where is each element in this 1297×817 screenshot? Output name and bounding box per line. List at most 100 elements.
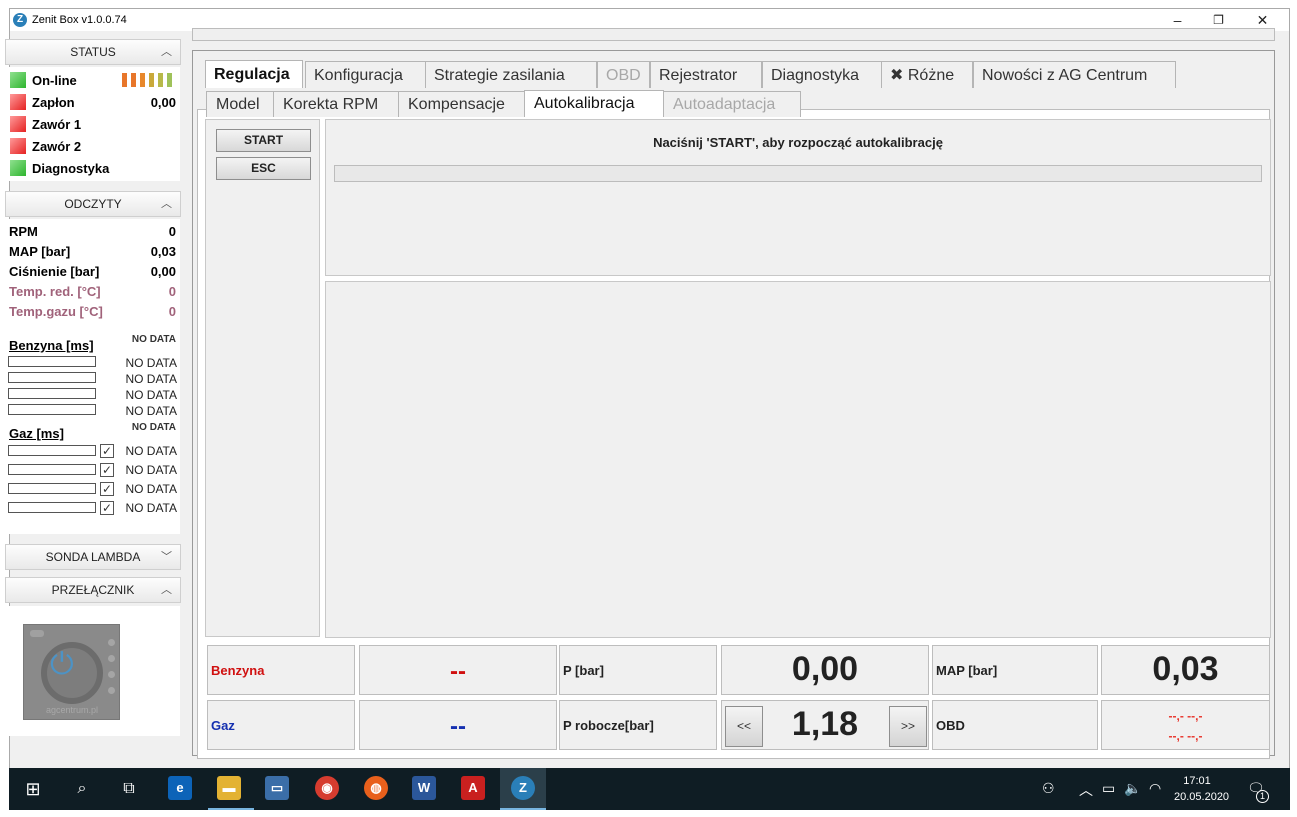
switch-section-header[interactable]: PRZEŁĄCZNIK ︿ bbox=[5, 577, 181, 603]
status-row-zawor2: Zawór 2 bbox=[6, 135, 180, 155]
tab-rozne-label: Różne bbox=[907, 67, 955, 84]
start-button[interactable]: START bbox=[216, 129, 311, 152]
switch-led bbox=[108, 687, 115, 694]
status-row-online: On-line bbox=[6, 69, 180, 89]
p-value-cell: 0,00 bbox=[721, 645, 929, 695]
chevron-down-icon: ﹀ bbox=[161, 551, 172, 563]
map-value-cell: 0,03 bbox=[1101, 645, 1270, 695]
zenit-box-icon[interactable]: Z bbox=[511, 776, 535, 800]
injector-checkbox[interactable]: ✓ bbox=[100, 501, 114, 515]
status-label: Zawór 1 bbox=[32, 117, 82, 132]
edge-browser-icon[interactable]: e bbox=[168, 776, 192, 800]
chevron-up-icon: ︿ bbox=[161, 198, 172, 210]
reading-value: 0 bbox=[168, 304, 176, 319]
gaz-label-cell: Gaz bbox=[207, 700, 355, 750]
acrobat-icon[interactable]: A bbox=[461, 776, 485, 800]
file-explorer-icon[interactable]: ▬ bbox=[217, 776, 241, 800]
show-hidden-icons-icon[interactable]: ︿ bbox=[1079, 780, 1093, 800]
tab-konfiguracja[interactable]: Konfiguracja bbox=[305, 61, 426, 88]
nodata-label: NO DATA bbox=[125, 388, 177, 402]
benzyna-label: Benzyna bbox=[211, 663, 265, 678]
reading-pressure: Ciśnienie [bar] 0,00 bbox=[6, 261, 180, 281]
people-icon[interactable]: ⚇ bbox=[1042, 780, 1055, 797]
task-view-icon[interactable]: ⧉ bbox=[114, 774, 144, 804]
wifi-icon[interactable]: ◠ bbox=[1149, 780, 1161, 797]
led-indicator bbox=[10, 116, 26, 132]
tab-rejestrator[interactable]: Rejestrator bbox=[650, 61, 762, 88]
tab-obd[interactable]: OBD bbox=[597, 61, 650, 88]
nodata-label: NO DATA bbox=[125, 482, 177, 496]
increase-pressure-button[interactable]: >> bbox=[889, 706, 927, 747]
volume-icon[interactable]: 🔈 bbox=[1124, 780, 1141, 797]
gaz-value-cell: -- bbox=[359, 700, 557, 750]
status-row-zawor1: Zawór 1 bbox=[6, 113, 180, 133]
subtab-model[interactable]: Model bbox=[206, 91, 274, 117]
injector-bar bbox=[8, 483, 96, 494]
led-indicator bbox=[10, 94, 26, 110]
gaz-group-label: Gaz [ms] bbox=[9, 426, 64, 441]
lambda-section-header[interactable]: SONDA LAMBDA ﹀ bbox=[5, 544, 181, 570]
p-label: P [bar] bbox=[563, 663, 604, 678]
obd-value-line2: --,- --,- bbox=[1168, 729, 1203, 743]
firefox-icon[interactable]: ◍ bbox=[364, 776, 388, 800]
subtab-korekta-rpm[interactable]: Korekta RPM bbox=[273, 91, 399, 117]
subtab-autokalibracja[interactable]: Autokalibracja bbox=[524, 90, 664, 117]
esc-button[interactable]: ESC bbox=[216, 157, 311, 180]
nodata-label: NO DATA bbox=[125, 356, 177, 370]
injector-bar bbox=[8, 372, 96, 383]
nodata-label: NO DATA bbox=[125, 501, 177, 515]
status-label: Zawór 2 bbox=[32, 139, 82, 154]
status-label: Zapłon bbox=[32, 95, 75, 110]
injector-checkbox[interactable]: ✓ bbox=[100, 482, 114, 496]
reading-label: Temp.gazu [°C] bbox=[9, 304, 103, 319]
led-indicator bbox=[10, 160, 26, 176]
injector-bar bbox=[8, 502, 96, 513]
p-value: 0,00 bbox=[791, 650, 859, 688]
tools-icon: ✖ bbox=[890, 67, 904, 84]
subtab-kompensacje[interactable]: Kompensacje bbox=[398, 91, 525, 117]
signal-bar bbox=[140, 73, 145, 87]
reading-value: 0 bbox=[168, 284, 176, 299]
chrome-icon[interactable]: ◉ bbox=[315, 776, 339, 800]
status-value: 0,00 bbox=[150, 95, 176, 110]
autocal-results-panel bbox=[325, 281, 1271, 638]
injector-bar bbox=[8, 445, 96, 456]
clock-time: 17:01 bbox=[1183, 775, 1211, 787]
p-label-cell: P [bar] bbox=[559, 645, 717, 695]
obd-label: OBD bbox=[936, 718, 965, 733]
reading-reducer-temp: Temp. red. [°C] 0 bbox=[6, 281, 180, 301]
autocal-message: Naciśnij 'START', aby rozpocząć autokali… bbox=[653, 135, 943, 150]
tab-diagnostyka[interactable]: Diagnostyka bbox=[762, 61, 882, 88]
gas-switch-image[interactable]: ⏻ agcentrum.pl bbox=[23, 624, 120, 720]
subtab-autoadaptacja[interactable]: Autoadaptacja bbox=[663, 91, 801, 117]
reading-map: MAP [bar] 0,03 bbox=[6, 241, 180, 261]
status-row-diagnostyka: Diagnostyka bbox=[6, 157, 180, 177]
map-label: MAP [bar] bbox=[936, 663, 998, 678]
signal-bar bbox=[122, 73, 127, 87]
status-section-header[interactable]: STATUS ︿ bbox=[5, 39, 181, 65]
battery-icon[interactable]: ▭ bbox=[1102, 780, 1115, 797]
windows-start-icon[interactable]: ⊞ bbox=[18, 774, 48, 804]
reading-value: 0,00 bbox=[150, 264, 176, 279]
reading-label: RPM bbox=[9, 224, 38, 239]
tab-nowosci[interactable]: Nowości z AG Centrum bbox=[973, 61, 1176, 88]
nodata-label: NO DATA bbox=[125, 372, 177, 386]
search-icon[interactable]: ⌕ bbox=[67, 774, 97, 804]
reading-label: MAP [bar] bbox=[9, 244, 71, 259]
word-icon[interactable]: W bbox=[412, 776, 436, 800]
injector-checkbox[interactable]: ✓ bbox=[100, 463, 114, 477]
switch-brand: agcentrum.pl bbox=[46, 705, 99, 715]
chevron-up-icon: ︿ bbox=[161, 46, 172, 58]
readings-header-label: ODCZYTY bbox=[64, 197, 122, 211]
readings-section-header[interactable]: ODCZYTY ︿ bbox=[5, 191, 181, 217]
tab-regulacja[interactable]: Regulacja bbox=[205, 60, 303, 88]
switch-led bbox=[108, 639, 115, 646]
benzyna-nodata-header: NO DATA bbox=[131, 335, 176, 345]
switch-header-label: PRZEŁĄCZNIK bbox=[51, 583, 135, 597]
system-clock[interactable]: 17:01 20.05.2020 bbox=[1174, 773, 1229, 805]
tab-rozne[interactable]: ✖ Różne bbox=[881, 61, 973, 88]
tab-strategie-zasilania[interactable]: Strategie zasilania bbox=[425, 61, 597, 88]
injector-checkbox[interactable]: ✓ bbox=[100, 444, 114, 458]
this-pc-icon[interactable]: ▭ bbox=[265, 776, 289, 800]
switch-led bbox=[108, 671, 115, 678]
